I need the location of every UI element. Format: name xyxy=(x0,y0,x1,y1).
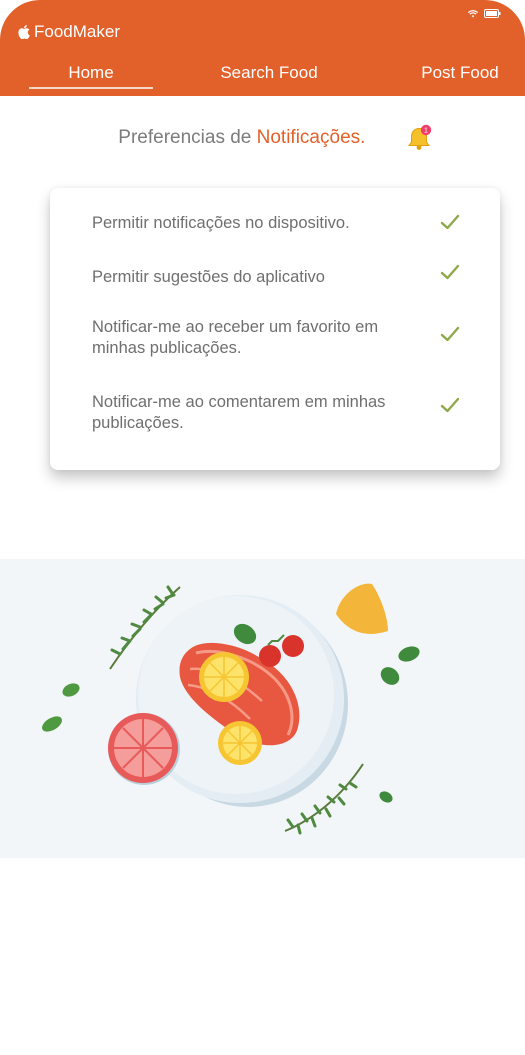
page-title-accent: Notificações. xyxy=(256,127,366,148)
apple-icon xyxy=(18,25,30,39)
battery-icon xyxy=(484,9,501,18)
nav-tabs: Home Search Food Post Food xyxy=(0,63,525,93)
notification-bell-icon[interactable]: 1 xyxy=(406,124,434,152)
check-icon[interactable] xyxy=(440,263,460,281)
active-tab-indicator xyxy=(29,87,153,89)
check-icon[interactable] xyxy=(440,213,460,231)
page-title: Preferencias de Notificações. xyxy=(0,127,525,149)
preference-label: Notificar-me ao receber um favorito em m… xyxy=(92,318,379,357)
tab-search-food[interactable]: Search Food xyxy=(210,63,328,83)
salmon-plate-illustration xyxy=(42,583,420,835)
tab-home[interactable]: Home xyxy=(29,63,153,89)
tab-post-food-label: Post Food xyxy=(421,63,499,82)
app-name: FoodMaker xyxy=(34,22,120,41)
food-illustration xyxy=(0,559,525,858)
notification-badge-count: 1 xyxy=(424,128,428,135)
page-title-prefix: Preferencias de xyxy=(118,127,252,148)
notification-preferences-card: Permitir notificações no dispositivo. Pe… xyxy=(50,188,500,470)
status-bar xyxy=(468,9,501,18)
preference-label: Notificar-me ao comentarem em minhas pub… xyxy=(92,393,386,432)
check-icon[interactable] xyxy=(440,325,460,343)
tab-search-food-label: Search Food xyxy=(220,63,318,82)
tab-post-food[interactable]: Post Food xyxy=(410,63,510,83)
app-header: FoodMaker Home Search Food Post Food xyxy=(0,0,525,96)
tab-home-label: Home xyxy=(68,63,114,82)
wifi-icon xyxy=(468,9,478,17)
preference-label: Permitir notificações no dispositivo. xyxy=(92,214,350,232)
preference-label: Permitir sugestões do aplicativo xyxy=(92,268,325,286)
check-icon[interactable] xyxy=(440,396,460,414)
app-brand: FoodMaker xyxy=(18,22,120,42)
